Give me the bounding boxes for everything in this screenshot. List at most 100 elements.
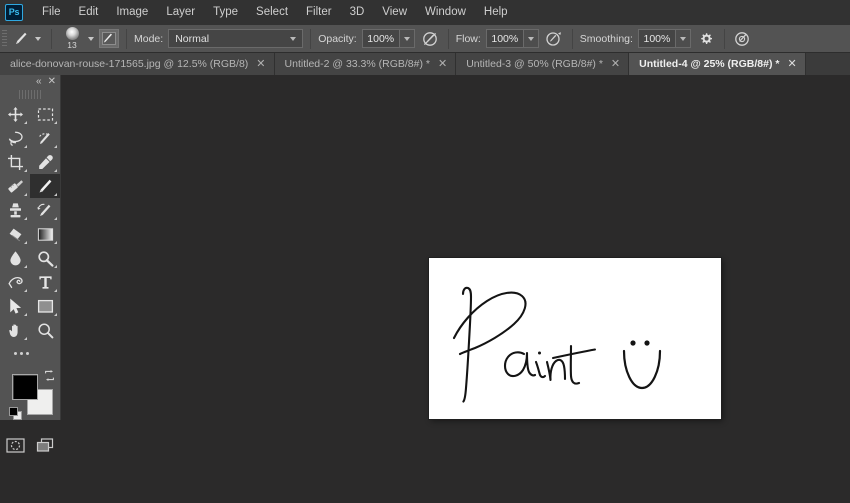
foreground-color-swatch[interactable] <box>12 374 38 400</box>
tool-clone-stamp[interactable] <box>0 198 30 222</box>
document-tab-3[interactable]: Untitled-3 @ 50% (RGB/8#) * ✕ <box>456 53 630 75</box>
options-separator-6 <box>723 28 725 49</box>
menu-item-select[interactable]: Select <box>247 2 297 23</box>
tools-panel-grip[interactable] <box>19 90 41 99</box>
image-canvas[interactable] <box>429 258 721 419</box>
menu-item-view[interactable]: View <box>373 2 416 23</box>
blend-mode-dropdown[interactable]: Normal <box>168 29 304 48</box>
brush-tip-icon <box>65 26 79 40</box>
pressure-size-icon[interactable] <box>732 28 754 50</box>
dot-3 <box>26 351 29 355</box>
dot-1 <box>14 351 17 355</box>
tools-panel: « ✕ <box>0 75 61 453</box>
tool-blur[interactable] <box>0 246 30 270</box>
options-bar-grip[interactable] <box>2 29 7 48</box>
tool-group-corner-icon <box>24 289 27 292</box>
tool-rectangle-shape[interactable] <box>30 294 60 318</box>
tool-brush[interactable] <box>30 174 60 198</box>
tab-label: Untitled-3 @ 50% (RGB/8#) * <box>466 58 603 70</box>
close-icon[interactable]: ✕ <box>48 77 56 87</box>
tool-group-corner-icon <box>24 193 27 196</box>
tool-gradient[interactable] <box>30 222 60 246</box>
tool-group-corner-icon <box>24 241 27 244</box>
dot-2 <box>20 351 23 355</box>
tool-group-corner-icon <box>54 289 57 292</box>
canvas-artwork <box>452 286 662 403</box>
app-logo-icon: Ps <box>5 4 23 21</box>
tool-dodge[interactable] <box>30 246 60 270</box>
tool-type[interactable] <box>30 270 60 294</box>
toolbar-bottom-buttons <box>0 432 61 458</box>
tool-group-corner-icon <box>54 169 57 172</box>
current-tool-brush-icon[interactable] <box>10 28 32 50</box>
menu-item-image[interactable]: Image <box>107 2 157 23</box>
menu-item-file[interactable]: File <box>33 2 70 23</box>
tab-label: Untitled-4 @ 25% (RGB/8#) * <box>639 58 780 70</box>
opacity-label: Opacity: <box>318 32 357 45</box>
screen-mode-icon[interactable] <box>30 432 60 458</box>
menu-item-help[interactable]: Help <box>475 2 517 23</box>
opacity-chevron-down-icon[interactable] <box>399 29 415 48</box>
brush-size-preview[interactable]: 13 <box>59 26 85 51</box>
tab-close-icon[interactable]: ✕ <box>611 58 620 69</box>
brush-preset-caret-icon[interactable] <box>35 36 41 41</box>
tool-group-corner-icon <box>54 121 57 124</box>
document-tab-1[interactable]: alice-donovan-rouse-171565.jpg @ 12.5% (… <box>0 53 275 75</box>
tab-close-icon[interactable]: ✕ <box>788 58 797 69</box>
tool-rectangular-marquee[interactable] <box>30 102 60 126</box>
menu-item-window[interactable]: Window <box>416 2 475 23</box>
default-colors-icon[interactable] <box>9 407 22 420</box>
menu-item-type[interactable]: Type <box>204 2 247 23</box>
collapse-panel-icon[interactable]: « <box>36 77 41 87</box>
menu-item-edit[interactable]: Edit <box>70 2 108 23</box>
options-separator-5 <box>571 28 573 49</box>
options-separator-3 <box>310 28 312 49</box>
menu-item-3d[interactable]: 3D <box>341 2 374 23</box>
smoothing-label: Smoothing: <box>579 32 633 45</box>
tool-crop[interactable] <box>0 150 30 174</box>
smoothing-input[interactable]: 100% <box>637 29 676 48</box>
flow-label: Flow: <box>455 32 481 45</box>
tool-pen[interactable] <box>0 270 30 294</box>
smoothing-chevron-down-icon[interactable] <box>675 29 691 48</box>
swap-colors-icon[interactable] <box>44 370 55 381</box>
tool-zoom[interactable] <box>30 318 60 342</box>
tool-group-corner-icon <box>24 265 27 268</box>
color-swatches <box>0 368 61 430</box>
tool-group-corner-icon <box>24 217 27 220</box>
flow-chevron-down-icon[interactable] <box>523 29 539 48</box>
tool-group-corner-icon <box>24 145 27 148</box>
tool-group-corner-icon <box>54 217 57 220</box>
tool-group-corner-icon <box>54 265 57 268</box>
tab-close-icon[interactable]: ✕ <box>438 58 447 69</box>
photoshop-window: Ps File Edit Image Layer Type Select Fil… <box>0 0 850 503</box>
tool-eyedropper[interactable] <box>30 150 60 174</box>
tool-history-brush[interactable] <box>30 198 60 222</box>
brush-picker-caret-icon[interactable] <box>88 36 94 41</box>
toggle-brush-panel-icon[interactable] <box>99 29 119 48</box>
tool-quick-selection[interactable] <box>30 126 60 150</box>
document-workspace[interactable] <box>61 75 850 503</box>
tool-move[interactable] <box>0 102 30 126</box>
quick-mask-icon[interactable] <box>0 432 30 458</box>
tool-group-corner-icon <box>54 241 57 244</box>
airbrush-icon[interactable] <box>543 28 565 50</box>
tool-group-corner-icon <box>24 121 27 124</box>
flow-input[interactable]: 100% <box>485 29 524 48</box>
pressure-opacity-icon[interactable] <box>419 28 441 50</box>
opacity-input[interactable]: 100% <box>361 29 400 48</box>
edit-toolbar-ellipsis-icon[interactable] <box>0 342 61 364</box>
tool-lasso[interactable] <box>0 126 30 150</box>
tab-close-icon[interactable]: ✕ <box>256 58 265 69</box>
tool-group-corner-icon <box>24 337 27 340</box>
tool-path-selection[interactable] <box>0 294 30 318</box>
tool-spot-healing-brush[interactable] <box>0 174 30 198</box>
tool-group-corner-icon <box>54 145 57 148</box>
document-tab-4-active[interactable]: Untitled-4 @ 25% (RGB/8#) * ✕ <box>629 53 806 75</box>
menu-item-filter[interactable]: Filter <box>297 2 341 23</box>
document-tab-2[interactable]: Untitled-2 @ 33.3% (RGB/8#) * ✕ <box>274 53 457 75</box>
tool-eraser[interactable] <box>0 222 30 246</box>
tool-hand[interactable] <box>0 318 30 342</box>
gear-icon[interactable] <box>695 28 717 50</box>
menu-item-layer[interactable]: Layer <box>157 2 204 23</box>
